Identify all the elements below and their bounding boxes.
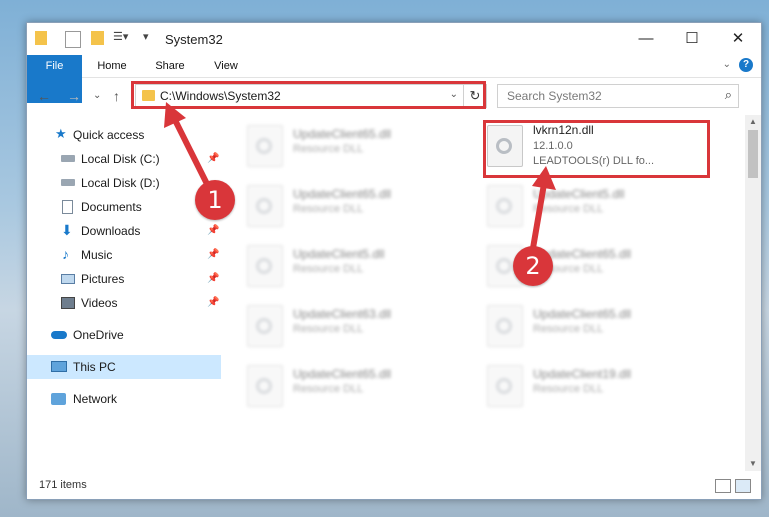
list-item[interactable]: UpdateClient65.dll Resource DLL bbox=[247, 181, 457, 229]
file-name: UpdateClient65.dll bbox=[533, 307, 632, 321]
pin-icon[interactable]: 📌 bbox=[207, 267, 219, 291]
file-type: Resource DLL bbox=[293, 323, 364, 335]
sidebar-item-label: Documents bbox=[81, 200, 142, 214]
list-item[interactable]: UpdateClient65.dll Resource DLL bbox=[487, 301, 697, 349]
video-icon bbox=[61, 297, 75, 309]
computer-icon bbox=[51, 361, 67, 372]
drive-icon bbox=[61, 179, 75, 186]
up-icon[interactable]: ↑ bbox=[113, 88, 120, 104]
folder-icon bbox=[35, 31, 47, 45]
file-name: UpdateClient65.dll bbox=[293, 127, 392, 141]
tab-home[interactable]: Home bbox=[89, 55, 135, 77]
sidebar-item-network[interactable]: Network bbox=[27, 387, 221, 411]
network-icon bbox=[51, 393, 66, 405]
dll-file-icon bbox=[487, 365, 523, 407]
sidebar-item-videos[interactable]: Videos 📌 bbox=[27, 291, 221, 315]
search-input[interactable]: Search System32 ⌕ bbox=[497, 84, 739, 108]
dll-file-icon bbox=[247, 185, 283, 227]
maximize-button[interactable]: ☐ bbox=[669, 23, 715, 55]
scroll-up-icon[interactable]: ▲ bbox=[745, 115, 761, 129]
sidebar-item-label: Network bbox=[73, 392, 118, 406]
picture-icon bbox=[61, 274, 75, 284]
properties-icon[interactable] bbox=[65, 31, 81, 48]
sidebar-item-music[interactable]: ♪ Music 📌 bbox=[27, 243, 221, 267]
dll-file-icon bbox=[247, 125, 283, 167]
scroll-down-icon[interactable]: ▼ bbox=[745, 457, 761, 471]
file-type: Resource DLL bbox=[533, 383, 604, 395]
step-badge-1: 1 bbox=[195, 180, 235, 220]
file-type: Resource DLL bbox=[293, 263, 364, 275]
sidebar-item-onedrive[interactable]: OneDrive bbox=[27, 323, 221, 347]
search-placeholder: Search System32 bbox=[507, 89, 602, 103]
dll-file-icon bbox=[247, 365, 283, 407]
ribbon-tabs: File Home Share View ⌄ ? bbox=[27, 55, 761, 103]
sidebar-item-label: This PC bbox=[73, 360, 116, 374]
sidebar-item-label: Quick access bbox=[73, 128, 145, 142]
close-button[interactable]: ✕ bbox=[715, 23, 761, 55]
drive-icon bbox=[61, 155, 75, 162]
pin-icon[interactable]: 📌 bbox=[207, 243, 219, 267]
file-type: Resource DLL bbox=[533, 323, 604, 335]
sidebar-item-label: Downloads bbox=[81, 224, 141, 238]
sidebar-item-label: Pictures bbox=[81, 272, 125, 286]
quick-access-dropdown-icon[interactable]: ▾ bbox=[143, 30, 149, 46]
vertical-scrollbar[interactable]: ▲ ▼ bbox=[745, 115, 761, 471]
status-bar: 171 items bbox=[27, 473, 761, 499]
customize-toolbar-icon[interactable]: ☰▾ bbox=[113, 30, 128, 46]
details-view-icon[interactable] bbox=[715, 479, 731, 493]
file-name: UpdateClient19.dll bbox=[533, 367, 632, 381]
step-badge-2: 2 bbox=[513, 246, 553, 286]
file-name: UpdateClient63.dll bbox=[293, 307, 392, 321]
music-icon: ♪ bbox=[62, 246, 69, 262]
dll-file-icon bbox=[487, 185, 523, 227]
dll-file-icon bbox=[247, 305, 283, 347]
list-item[interactable]: UpdateClient5.dll Resource DLL bbox=[487, 181, 697, 229]
list-item[interactable]: UpdateClient63.dll Resource DLL bbox=[247, 301, 457, 349]
tab-share[interactable]: Share bbox=[147, 55, 193, 77]
file-type: Resource DLL bbox=[293, 143, 364, 155]
list-item[interactable]: UpdateClient19.dll Resource DLL bbox=[487, 361, 697, 409]
sidebar-item-downloads[interactable]: ⬇ Downloads 📌 bbox=[27, 219, 221, 243]
back-icon[interactable]: ← bbox=[37, 88, 51, 104]
sidebar-item-label: Local Disk (D:) bbox=[81, 176, 160, 190]
file-name: UpdateClient65.dll bbox=[293, 187, 392, 201]
dll-file-icon bbox=[487, 305, 523, 347]
sidebar-item-this-pc[interactable]: This PC bbox=[27, 355, 221, 379]
list-item[interactable]: UpdateClient65.dll Resource DLL bbox=[247, 361, 457, 409]
sidebar-item-label: Local Disk (C:) bbox=[81, 152, 160, 166]
sidebar-item-label: Music bbox=[81, 248, 113, 262]
title-bar: ☰▾ ▾ System32 — ☐ ✕ bbox=[27, 23, 761, 55]
forward-icon[interactable]: → bbox=[67, 88, 81, 104]
star-icon: ★ bbox=[55, 126, 67, 141]
pin-icon[interactable]: 📌 bbox=[207, 291, 219, 315]
list-item[interactable]: UpdateClient65.dll Resource DLL bbox=[247, 121, 457, 169]
new-folder-icon[interactable] bbox=[91, 31, 104, 45]
cloud-icon bbox=[51, 331, 67, 339]
sidebar-item-pictures[interactable]: Pictures 📌 bbox=[27, 267, 221, 291]
file-highlight-box bbox=[483, 120, 710, 178]
file-name: UpdateClient65.dll bbox=[293, 367, 392, 381]
dll-file-icon bbox=[247, 245, 283, 287]
minimize-button[interactable]: — bbox=[623, 23, 669, 55]
pin-icon[interactable]: 📌 bbox=[207, 219, 219, 243]
search-icon[interactable]: ⌕ bbox=[725, 87, 732, 103]
item-count: 171 items bbox=[39, 479, 87, 491]
list-item[interactable]: UpdateClient5.dll Resource DLL bbox=[247, 241, 457, 289]
expand-ribbon-icon[interactable]: ⌄ bbox=[723, 59, 731, 70]
recent-locations-icon[interactable]: ⌄ bbox=[93, 90, 101, 101]
file-type: Resource DLL bbox=[293, 203, 364, 215]
file-type: Resource DLL bbox=[293, 383, 364, 395]
help-icon[interactable]: ? bbox=[739, 58, 753, 72]
large-icons-view-icon[interactable] bbox=[735, 479, 751, 493]
sidebar-item-label: OneDrive bbox=[73, 328, 124, 342]
file-name: UpdateClient5.dll bbox=[293, 247, 385, 261]
window-title: System32 bbox=[165, 32, 223, 47]
download-icon: ⬇ bbox=[61, 222, 73, 238]
document-icon bbox=[62, 200, 73, 214]
tab-view[interactable]: View bbox=[203, 55, 249, 77]
sidebar-item-label: Videos bbox=[81, 296, 118, 310]
scrollbar-thumb[interactable] bbox=[748, 130, 758, 178]
